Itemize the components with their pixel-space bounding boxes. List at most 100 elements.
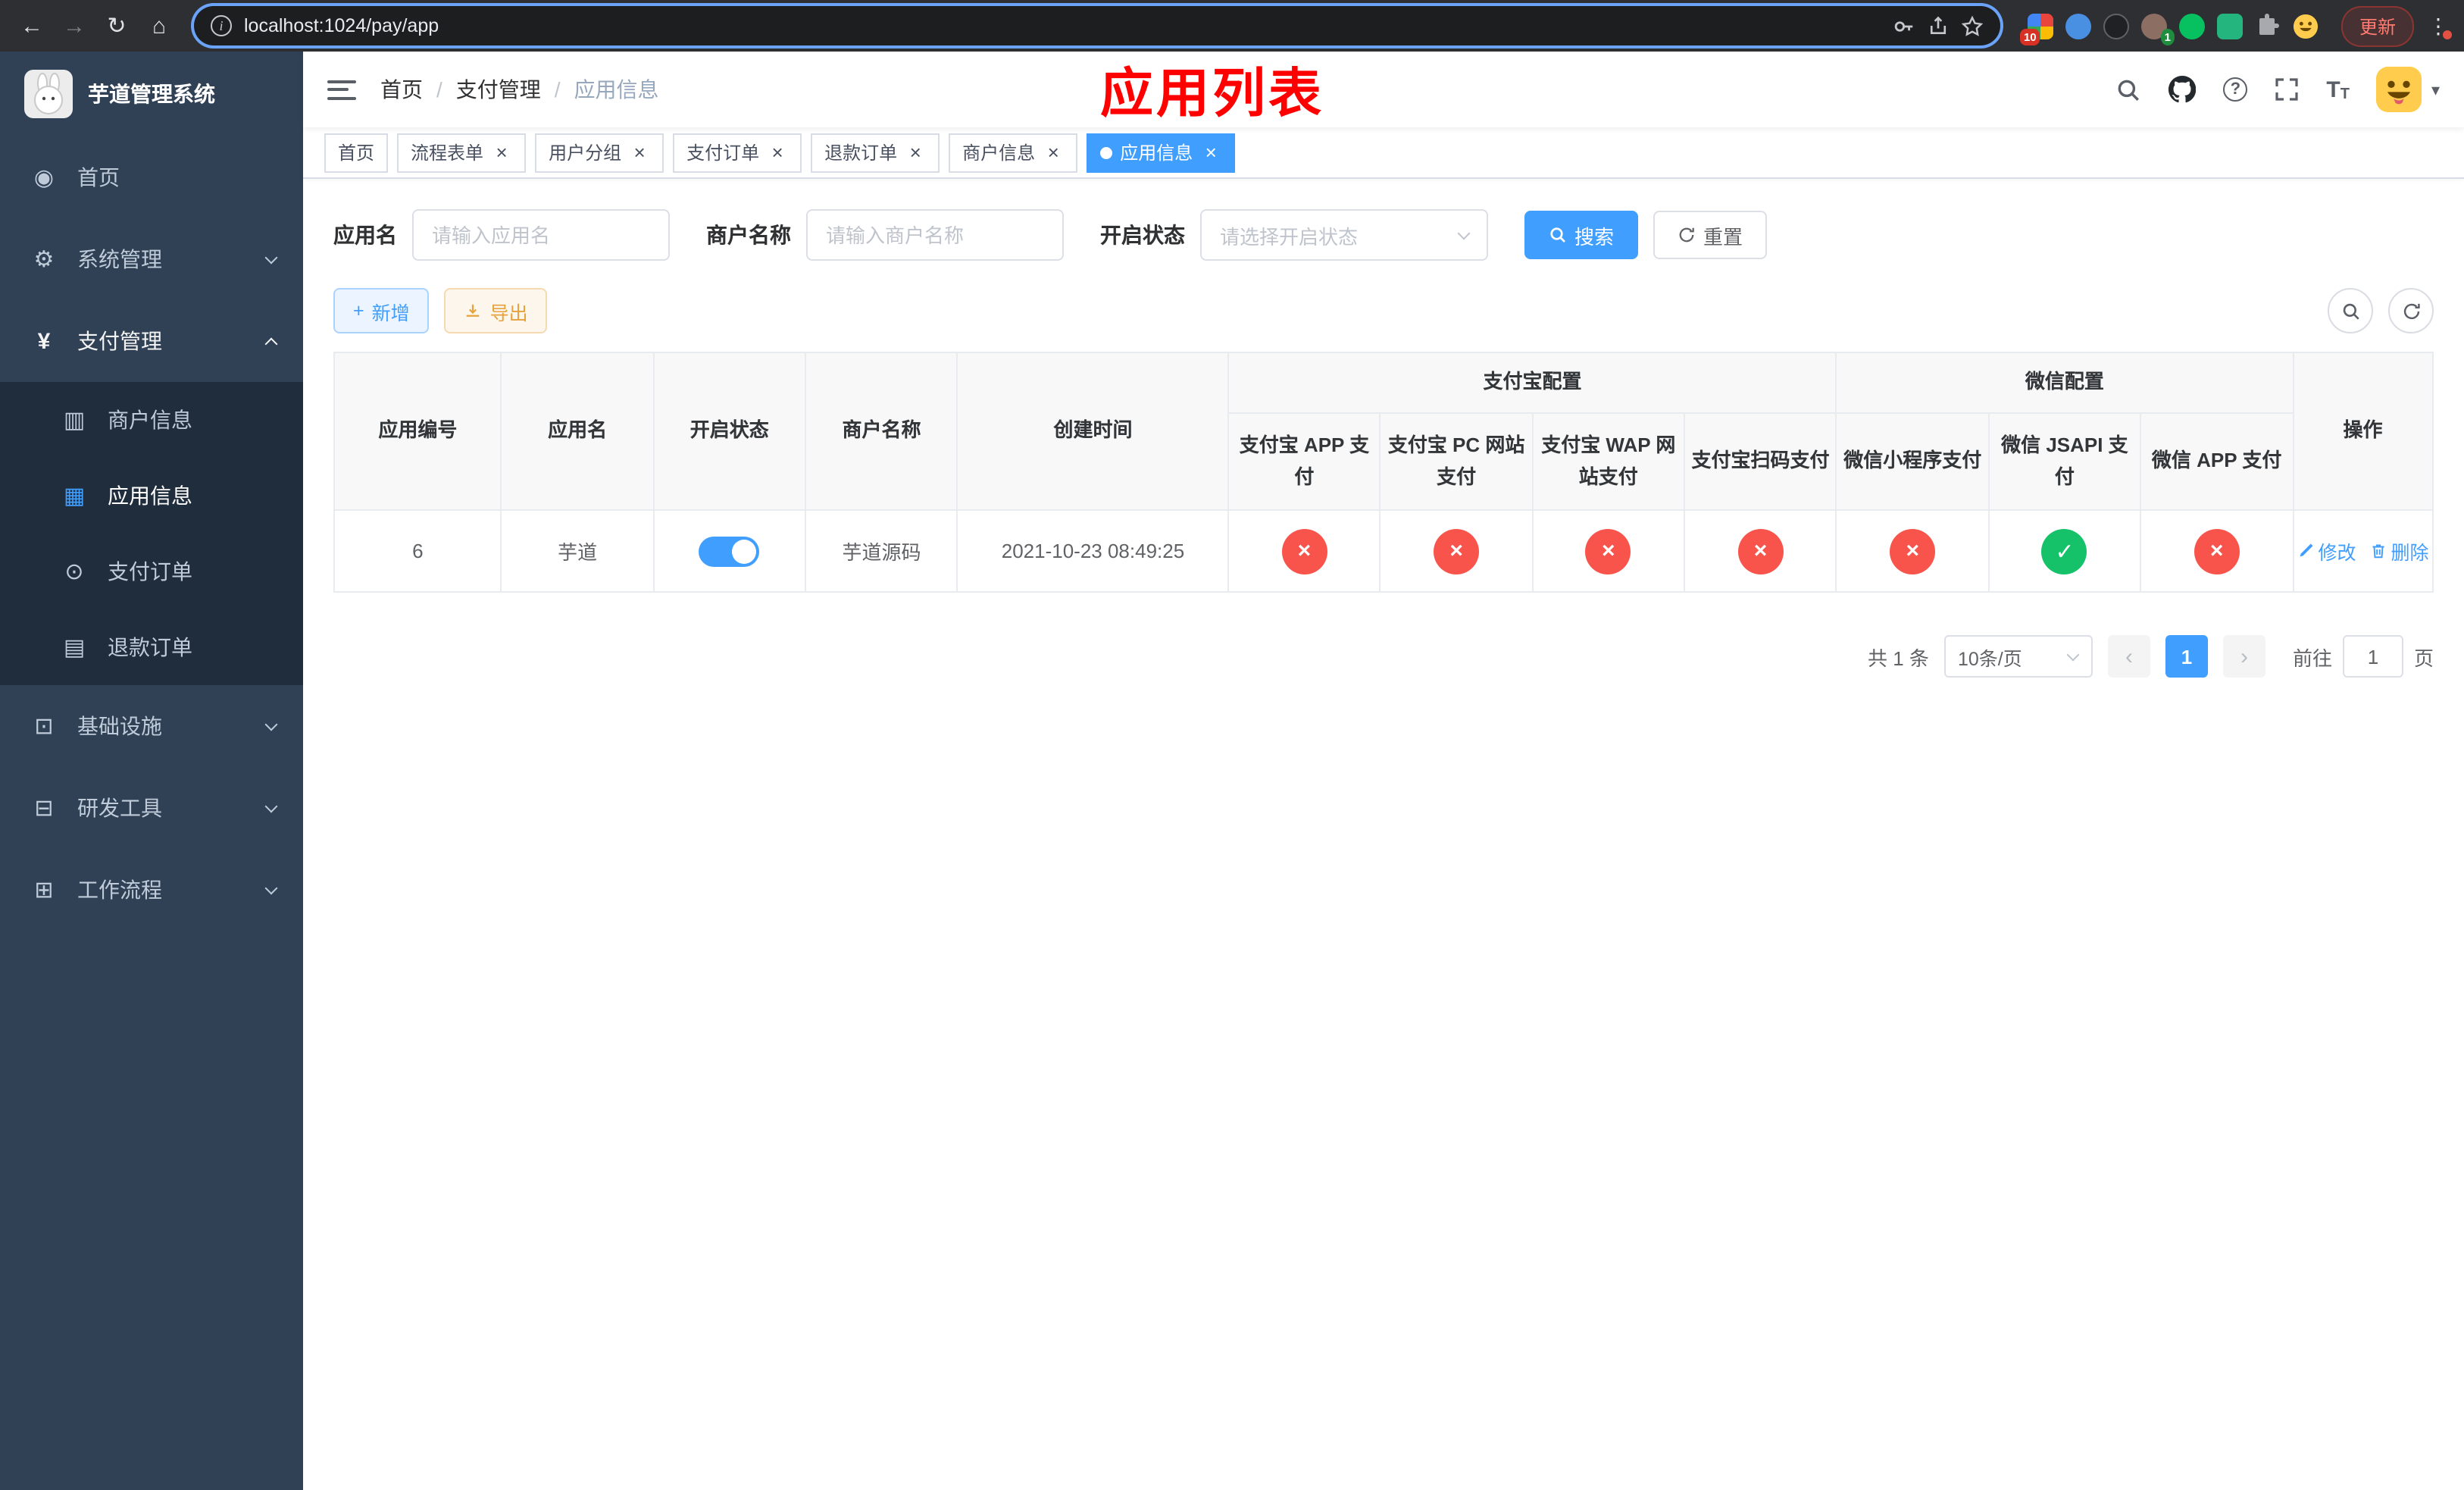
pay-order-icon: ⊙ <box>64 559 84 585</box>
prev-page-button[interactable]: ‹ <box>2107 635 2150 678</box>
back-button[interactable]: ← <box>12 6 52 45</box>
total-count: 共 1 条 <box>1868 646 1929 669</box>
reset-button[interactable]: 重置 <box>1653 211 1768 259</box>
browser-menu-button[interactable]: ⋮ <box>2425 13 2452 39</box>
tab-merchant-info[interactable]: 商户信息 × <box>949 133 1078 172</box>
dark-extension-icon[interactable] <box>2103 13 2129 39</box>
sidebar-subitem-label: 商户信息 <box>108 408 192 432</box>
col-header-app-name: 应用名 <box>500 352 655 511</box>
add-button-label: 新增 <box>371 302 410 324</box>
tab-user-group[interactable]: 用户分组 × <box>535 133 664 172</box>
app-name-field-group: 应用名 <box>333 209 670 261</box>
tab-home[interactable]: 首页 <box>324 133 389 172</box>
page-size-select[interactable]: 10条/页 <box>1943 635 2093 678</box>
close-icon[interactable]: × <box>767 142 788 163</box>
github-icon[interactable] <box>2169 76 2197 103</box>
delete-link[interactable]: 删除 <box>2370 537 2429 565</box>
active-tab-dot <box>1100 146 1113 158</box>
green-square-extension-icon[interactable] <box>2216 13 2243 39</box>
status-toggle[interactable] <box>699 536 760 566</box>
app-name-input[interactable] <box>412 209 670 261</box>
close-icon[interactable]: × <box>905 142 926 163</box>
sidebar-header: 芋道管理系统 <box>0 52 303 136</box>
gear-icon: ⚙ <box>33 247 55 273</box>
sidebar-toggle-button[interactable] <box>327 80 356 99</box>
chevron-down-icon <box>264 718 278 731</box>
forward-button[interactable]: → <box>55 6 94 45</box>
export-button[interactable]: 导出 <box>444 288 548 333</box>
next-page-button[interactable]: › <box>2222 635 2265 678</box>
password-key-icon[interactable] <box>1893 14 1915 37</box>
wechat-devtools-extension-icon[interactable] <box>2178 13 2205 39</box>
sidebar-item-payment[interactable]: ¥ 支付管理 <box>0 300 303 382</box>
sidebar-subitem-app-info[interactable]: ▦ 应用信息 <box>0 458 303 534</box>
breadcrumb-item-home[interactable]: 首页 <box>380 74 423 105</box>
extensions-puzzle-icon[interactable] <box>2255 13 2281 39</box>
col-header-app-id: 应用编号 <box>333 352 502 511</box>
col-group-alipay: 支付宝配置 <box>1227 352 1837 414</box>
cell-app-name: 芋道 <box>500 509 655 593</box>
goto-page-input[interactable] <box>2342 635 2403 678</box>
blocker-extension-icon[interactable]: 10 <box>2019 13 2053 45</box>
chevron-down-icon <box>264 251 278 265</box>
search-icon[interactable] <box>2115 77 2141 102</box>
sidebar-subitem-payment-orders[interactable]: ⊙ 支付订单 <box>0 534 303 609</box>
user-avatar[interactable] <box>2376 67 2422 112</box>
breadcrumb-separator: / <box>554 77 561 102</box>
reset-button-label: 重置 <box>1703 225 1743 248</box>
filter-form: 应用名 商户名称 开启状态 请选择开启状态 <box>333 209 2434 261</box>
blue-extension-icon[interactable] <box>2065 13 2091 39</box>
col-header-alipay-qr: 支付宝扫码支付 <box>1684 412 1837 511</box>
site-info-icon[interactable]: i <box>211 15 232 36</box>
col-header-alipay-wap: 支付宝 WAP 网站支付 <box>1531 412 1686 511</box>
cell-merchant: 芋道源码 <box>805 509 958 593</box>
avatar-extension-icon[interactable]: 1 <box>2140 13 2175 45</box>
chrome-update-button[interactable]: 更新 <box>2340 5 2414 46</box>
home-button[interactable]: ⌂ <box>139 6 179 45</box>
goto-suffix: 页 <box>2413 646 2434 669</box>
browser-profile-avatar[interactable] <box>2293 13 2319 39</box>
close-icon[interactable]: × <box>629 142 650 163</box>
merchant-card-icon: ▥ <box>63 408 86 434</box>
sidebar-item-system[interactable]: ⚙ 系统管理 <box>0 218 303 300</box>
status-select[interactable]: 请选择开启状态 <box>1200 209 1488 261</box>
address-bar[interactable]: i localhost:1024/pay/app <box>194 6 2000 45</box>
breadcrumb-item-payment[interactable]: 支付管理 <box>456 74 541 105</box>
url-text[interactable]: localhost:1024/pay/app <box>244 15 439 36</box>
plus-icon: + <box>353 300 364 321</box>
merchant-name-label: 商户名称 <box>706 223 791 247</box>
status-wechat-app: × <box>2194 528 2240 574</box>
close-icon[interactable]: × <box>1200 142 1221 163</box>
user-menu[interactable]: ▾ <box>2376 67 2440 112</box>
tab-payment-orders[interactable]: 支付订单 × <box>673 133 802 172</box>
add-button[interactable]: + 新增 <box>333 288 430 333</box>
col-header-wechat-app: 微信 APP 支付 <box>2140 412 2294 511</box>
merchant-name-input[interactable] <box>806 209 1064 261</box>
edit-link[interactable]: 修改 <box>2297 537 2356 565</box>
sidebar-subitem-merchant-info[interactable]: ▥ 商户信息 <box>0 382 303 458</box>
page-button-1[interactable]: 1 <box>2165 635 2208 678</box>
sidebar-item-label: 系统管理 <box>77 247 162 271</box>
sidebar-subitem-refund-orders[interactable]: ▤ 退款订单 <box>0 609 303 685</box>
search-button[interactable]: 搜索 <box>1524 211 1639 259</box>
help-icon[interactable]: ? <box>2223 77 2248 102</box>
sidebar-item-home[interactable]: ◉ 首页 <box>0 136 303 218</box>
refresh-table-button[interactable] <box>2388 288 2434 333</box>
tab-refund-orders[interactable]: 退款订单 × <box>811 133 940 172</box>
tab-app-info[interactable]: 应用信息 × <box>1087 133 1236 172</box>
reload-button[interactable]: ↻ <box>97 6 136 45</box>
chevron-down-icon <box>264 881 278 895</box>
fullscreen-icon[interactable] <box>2275 77 2299 102</box>
tab-process-form[interactable]: 流程表单 × <box>397 133 527 172</box>
close-icon[interactable]: × <box>1043 142 1064 163</box>
yen-icon: ¥ <box>37 328 51 354</box>
bookmark-star-icon[interactable] <box>1961 14 1984 37</box>
app-table: 应用编号 应用名 开启状态 商户名称 创建时间 支付宝配置 微信配置 操作 支付… <box>333 352 2434 593</box>
font-size-icon[interactable]: TT <box>2326 77 2350 102</box>
sidebar-item-workflow[interactable]: ⊞ 工作流程 <box>0 849 303 931</box>
close-icon[interactable]: × <box>491 142 512 163</box>
sidebar-item-infrastructure[interactable]: ⊡ 基础设施 <box>0 685 303 767</box>
share-icon[interactable] <box>1928 15 1949 36</box>
sidebar-item-devtools[interactable]: ⊟ 研发工具 <box>0 767 303 849</box>
toggle-search-button[interactable] <box>2328 288 2373 333</box>
